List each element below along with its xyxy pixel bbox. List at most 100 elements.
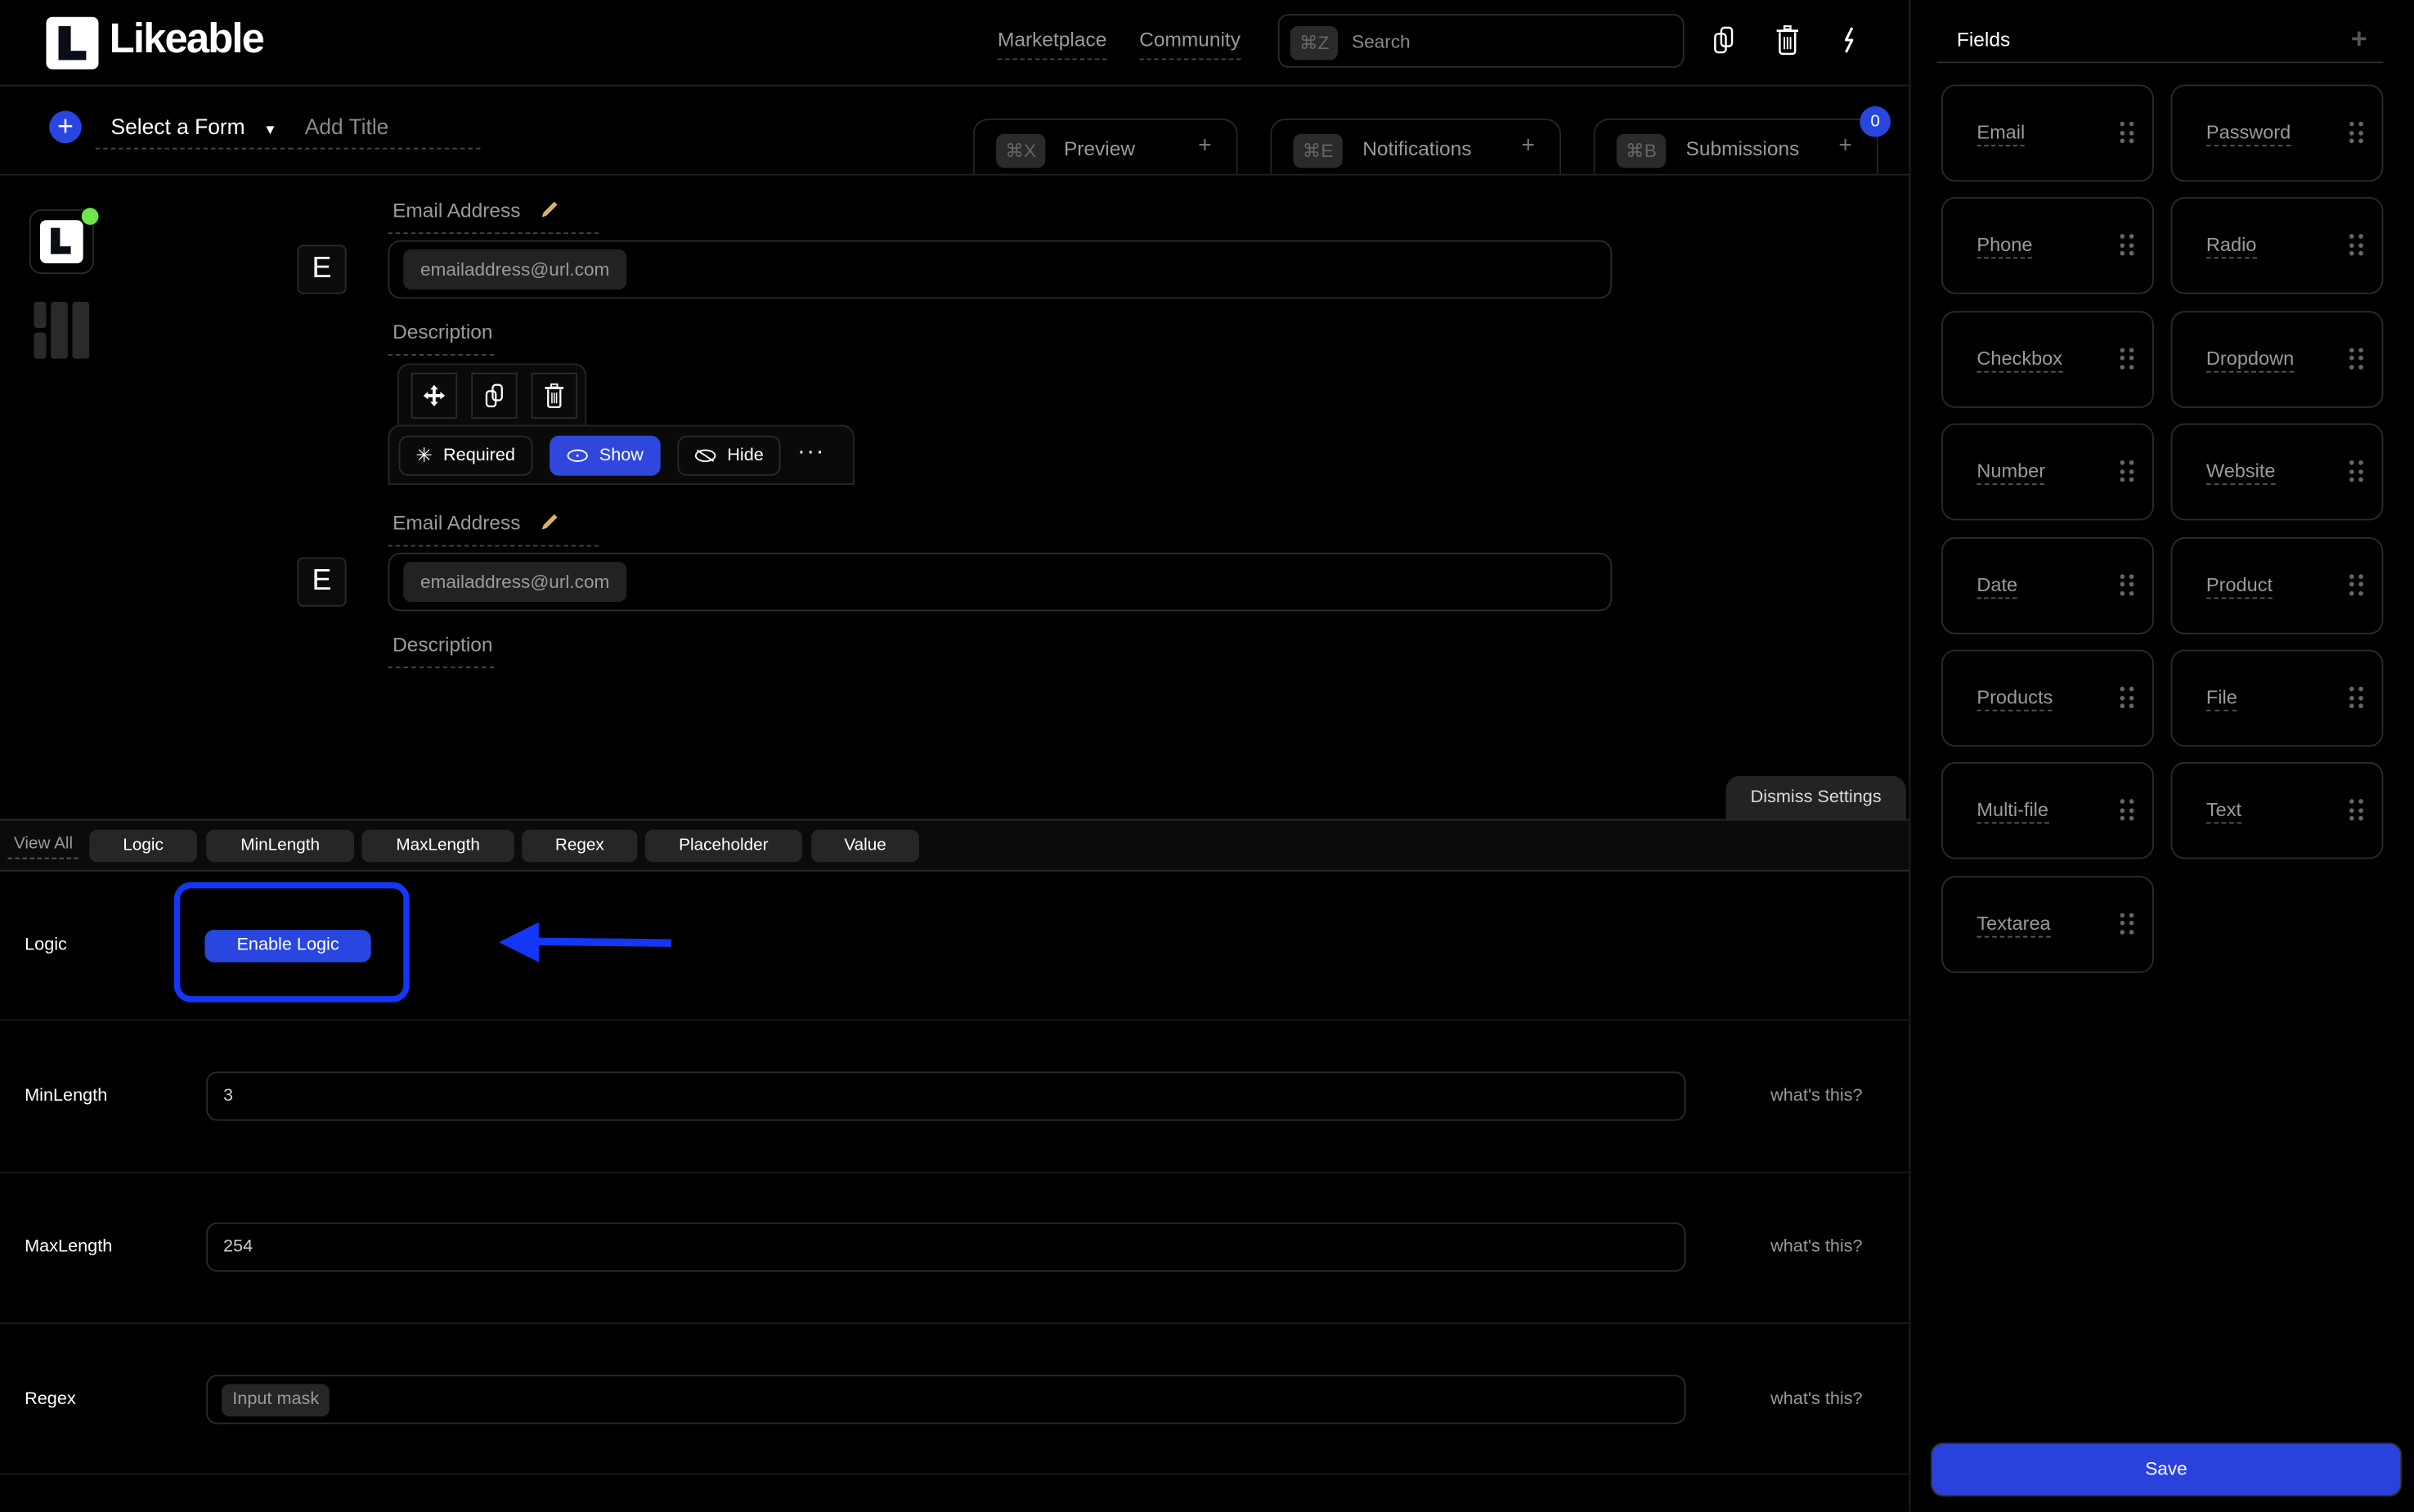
drag-handle-icon[interactable]	[2120, 348, 2134, 370]
plus-icon[interactable]: +	[1198, 132, 1212, 159]
tab-notifications[interactable]: ⌘E Notifications +	[1270, 118, 1562, 176]
enable-logic-button[interactable]: Enable Logic	[204, 930, 371, 962]
email-field-preview[interactable]: emailaddress@url.com	[388, 552, 1613, 612]
field-tile-text[interactable]: Text	[2170, 762, 2384, 860]
move-button[interactable]	[411, 372, 458, 420]
row-divider	[0, 1019, 1909, 1021]
eye-off-icon	[694, 449, 716, 462]
search-input[interactable]: ⌘Z Search	[1277, 13, 1685, 68]
filter-regex[interactable]: Regex	[522, 829, 638, 863]
drag-handle-icon[interactable]	[2349, 460, 2363, 482]
add-field-icon[interactable]: +	[2351, 23, 2367, 56]
field-tile-email[interactable]: Email	[1941, 84, 2154, 182]
online-status-dot	[81, 208, 99, 225]
row-divider	[0, 1171, 1909, 1173]
required-label: Required	[443, 446, 515, 465]
drag-handle-icon[interactable]	[2120, 686, 2134, 709]
filter-minlength[interactable]: MinLength	[206, 829, 355, 863]
fields-divider	[1936, 61, 2384, 64]
duplicate-field-button[interactable]	[471, 372, 518, 420]
tab-shortcut: ⌘B	[1616, 133, 1667, 168]
pencil-icon[interactable]	[538, 513, 558, 532]
minlength-input[interactable]: 3	[206, 1071, 1686, 1121]
field-label[interactable]: Email Address	[388, 199, 599, 235]
move-icon	[423, 384, 446, 407]
duplicate-icon[interactable]	[1711, 25, 1739, 56]
drag-handle-icon[interactable]	[2349, 121, 2363, 144]
logic-label: Logic	[25, 935, 67, 955]
filter-logic[interactable]: Logic	[89, 829, 197, 863]
nav-community[interactable]: Community	[1139, 28, 1241, 61]
drag-handle-icon[interactable]	[2349, 234, 2363, 257]
pencil-icon[interactable]	[538, 200, 558, 220]
regex-help-link[interactable]: what's this?	[1770, 1390, 1862, 1409]
tab-shortcut: ⌘E	[1293, 133, 1343, 168]
field-description[interactable]: Description	[388, 633, 495, 669]
field-tile-radio[interactable]: Radio	[2170, 197, 2384, 295]
drag-handle-icon[interactable]	[2120, 460, 2134, 482]
lightning-icon[interactable]	[1835, 25, 1863, 56]
plus-icon[interactable]: +	[1838, 132, 1852, 159]
layout-icon[interactable]	[34, 302, 90, 359]
plus-icon[interactable]: +	[1522, 132, 1536, 159]
hide-toggle[interactable]: Hide	[677, 435, 781, 476]
tab-submissions[interactable]: ⌘B Submissions +	[1593, 118, 1878, 176]
field-tile-label: Textarea	[1977, 913, 2051, 938]
field-tile-password[interactable]: Password	[2170, 84, 2384, 182]
input-mask-chip[interactable]: Input mask	[222, 1384, 330, 1417]
drag-handle-icon[interactable]	[2120, 234, 2134, 257]
save-button[interactable]: Save	[1930, 1442, 2403, 1496]
logo-icon[interactable]	[46, 16, 99, 70]
dismiss-settings-button[interactable]: Dismiss Settings	[1725, 775, 1906, 819]
tab-preview[interactable]: ⌘X Preview +	[972, 118, 1238, 176]
filter-maxlength[interactable]: MaxLength	[361, 829, 514, 863]
drag-handle-icon[interactable]	[2120, 799, 2134, 822]
show-label: Show	[599, 446, 644, 465]
title-input[interactable]: Add Title	[289, 114, 481, 150]
drag-handle-icon[interactable]	[2349, 686, 2363, 709]
view-all-link[interactable]: View All	[7, 834, 79, 859]
field-tile-website[interactable]: Website	[2170, 424, 2384, 521]
tab-label: Preview	[1063, 137, 1136, 160]
delete-field-button[interactable]	[531, 372, 578, 420]
row-divider	[0, 1473, 1909, 1475]
field-tile-multi-file[interactable]: Multi-file	[1941, 762, 2154, 860]
form-select[interactable]: Select a Form ▼	[95, 114, 293, 150]
field-tile-phone[interactable]: Phone	[1941, 197, 2154, 295]
minlength-help-link[interactable]: what's this?	[1770, 1087, 1862, 1106]
drag-handle-icon[interactable]	[2120, 573, 2134, 595]
more-options-icon[interactable]: ···	[797, 439, 825, 465]
filter-value[interactable]: Value	[811, 829, 919, 863]
required-toggle[interactable]: ✳ Required	[398, 435, 532, 476]
show-toggle[interactable]: Show	[550, 435, 661, 476]
email-field-preview[interactable]: emailaddress@url.com	[388, 240, 1613, 299]
drag-handle-icon[interactable]	[2120, 913, 2134, 935]
field-tile-product[interactable]: Product	[2170, 536, 2384, 634]
field-tile-textarea[interactable]: Textarea	[1941, 875, 2154, 973]
field-description[interactable]: Description	[388, 321, 495, 356]
maxlength-help-link[interactable]: what's this?	[1770, 1238, 1862, 1257]
tab-shortcut: ⌘X	[996, 133, 1046, 168]
field-tile-dropdown[interactable]: Dropdown	[2170, 310, 2384, 408]
maxlength-input[interactable]: 254	[206, 1222, 1686, 1272]
nav-marketplace[interactable]: Marketplace	[997, 28, 1107, 61]
trash-icon[interactable]	[1774, 25, 1802, 56]
settings-filter-bar: View All Logic MinLength MaxLength Regex…	[0, 819, 1909, 872]
drag-handle-icon[interactable]	[2349, 348, 2363, 370]
caret-down-icon: ▼	[263, 121, 277, 137]
field-label-text: Email Address	[393, 511, 521, 535]
submissions-count-badge: 0	[1860, 105, 1891, 137]
field-tile-checkbox[interactable]: Checkbox	[1941, 310, 2154, 408]
regex-label: Regex	[25, 1390, 76, 1409]
drag-handle-icon[interactable]	[2349, 573, 2363, 595]
field-tile-file[interactable]: File	[2170, 649, 2384, 747]
field-tile-date[interactable]: Date	[1941, 536, 2154, 634]
add-form-button[interactable]: +	[49, 110, 82, 144]
regex-input[interactable]: Input mask	[206, 1375, 1686, 1425]
field-label[interactable]: Email Address	[388, 511, 599, 547]
filter-placeholder[interactable]: Placeholder	[644, 829, 802, 863]
field-tile-products[interactable]: Products	[1941, 649, 2154, 747]
drag-handle-icon[interactable]	[2349, 799, 2363, 822]
drag-handle-icon[interactable]	[2120, 121, 2134, 144]
field-tile-number[interactable]: Number	[1941, 424, 2154, 521]
